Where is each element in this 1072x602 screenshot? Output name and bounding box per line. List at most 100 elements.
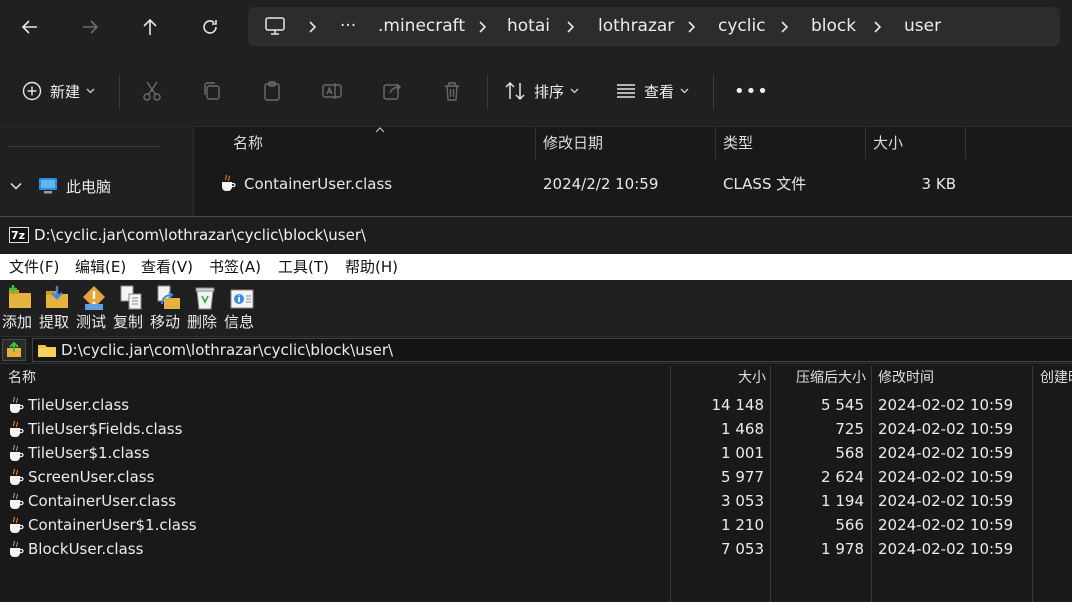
file-row[interactable]: ContainerUser.class 2024/2/2 10:59 CLASS… xyxy=(194,171,1072,197)
forward-button[interactable] xyxy=(70,8,110,46)
rename-icon xyxy=(322,83,342,99)
file-size: 3 053 xyxy=(721,492,764,510)
column-header-size[interactable]: 大小 xyxy=(672,366,766,390)
rename-button[interactable] xyxy=(321,56,343,126)
menu-edit[interactable]: 编辑(E) xyxy=(75,254,126,280)
toolbar-divider xyxy=(713,74,714,110)
column-header-name[interactable]: 名称 xyxy=(8,366,36,390)
move-label: 移动 xyxy=(150,313,181,331)
nav-item-this-pc[interactable]: 此电脑 xyxy=(10,173,111,199)
breadcrumb-item-minecraft[interactable]: .minecraft xyxy=(378,7,465,46)
path-input[interactable]: D:\cyclic.jar\com\lothrazar\cyclic\block… xyxy=(32,338,1072,362)
more-options-button[interactable]: ••• xyxy=(734,56,769,126)
arrow-left-icon xyxy=(21,20,37,34)
this-pc-label: 此电脑 xyxy=(66,177,112,196)
chevron-down-icon xyxy=(680,88,689,94)
file-size: 7 053 xyxy=(721,540,764,558)
file-packed-size: 5 545 xyxy=(821,396,864,414)
back-button[interactable] xyxy=(10,8,50,46)
column-header-packed-size[interactable]: 压缩后大小 xyxy=(772,366,866,390)
chevron-down-icon[interactable] xyxy=(10,182,22,190)
column-divider[interactable] xyxy=(965,127,966,159)
menu-view[interactable]: 查看(V) xyxy=(141,254,193,280)
java-class-file-icon xyxy=(222,174,236,191)
file-packed-size: 1 978 xyxy=(821,540,864,558)
copy-button[interactable] xyxy=(201,56,223,126)
address-bar[interactable]: ··· .minecraft hotai lothrazar cyclic bl… xyxy=(248,7,1060,46)
menu-bookmarks[interactable]: 书签(A) xyxy=(209,254,261,280)
info-button[interactable]: 信息 xyxy=(224,282,262,334)
list-view-icon xyxy=(617,84,635,98)
sevenzip-file-table: 名称 大小 压缩后大小 修改时间 创建时 TileUser.class 14 1… xyxy=(0,364,1072,602)
new-button[interactable]: 新建 xyxy=(22,56,95,126)
refresh-button[interactable] xyxy=(190,8,230,46)
up-folder-button[interactable] xyxy=(2,339,26,361)
sort-up-caret-icon xyxy=(375,127,385,133)
file-modified: 2024-02-02 10:59 xyxy=(878,444,1014,462)
share-button[interactable] xyxy=(381,56,403,126)
column-header-created[interactable]: 创建时 xyxy=(1040,366,1072,390)
chevron-right-icon xyxy=(688,21,696,33)
table-row[interactable]: TileUser.class 14 148 5 545 2024-02-02 1… xyxy=(0,393,1072,417)
breadcrumb-item-cyclic[interactable]: cyclic xyxy=(718,7,766,46)
folder-icon xyxy=(38,345,56,357)
column-header-modified[interactable]: 修改时间 xyxy=(878,366,934,390)
toolbar-divider xyxy=(487,74,488,110)
cut-button[interactable] xyxy=(141,56,163,126)
view-button[interactable]: 查看 xyxy=(616,56,689,126)
column-header-size[interactable]: 大小 xyxy=(873,127,903,159)
sevenzip-window-title: D:\cyclic.jar\com\lothrazar\cyclic\block… xyxy=(34,226,367,244)
breadcrumb-item-lothrazar[interactable]: lothrazar xyxy=(598,7,674,46)
svg-text:7z: 7z xyxy=(11,229,25,242)
test-button[interactable]: 测试 xyxy=(76,282,114,334)
breadcrumb-item-user[interactable]: user xyxy=(904,7,941,46)
table-row[interactable]: ContainerUser$1.class 1 210 566 2024-02-… xyxy=(0,513,1072,537)
add-label: 添加 xyxy=(2,313,33,331)
file-size: 1 468 xyxy=(721,420,764,438)
arrow-right-icon xyxy=(83,20,99,34)
chevron-right-icon xyxy=(567,21,575,33)
column-divider[interactable] xyxy=(715,127,716,159)
menu-file[interactable]: 文件(F) xyxy=(9,254,59,280)
chevron-down-icon xyxy=(570,88,579,94)
table-row[interactable]: ScreenUser.class 5 977 2 624 2024-02-02 … xyxy=(0,465,1072,489)
up-button[interactable] xyxy=(130,8,170,46)
paste-button[interactable] xyxy=(261,56,283,126)
copy-label: 复制 xyxy=(113,313,144,331)
column-divider[interactable] xyxy=(865,127,866,159)
breadcrumb-overflow[interactable]: ··· xyxy=(340,7,356,46)
file-name: BlockUser.class xyxy=(28,540,144,558)
java-class-file-icon xyxy=(10,468,24,485)
file-modified: 2024-02-02 10:59 xyxy=(878,420,1014,438)
column-header-type[interactable]: 类型 xyxy=(723,127,753,159)
java-class-file-icon xyxy=(10,540,24,557)
move-button[interactable]: 移动 xyxy=(150,282,188,334)
copy-button[interactable]: 复制 xyxy=(113,282,151,334)
toolbar-divider xyxy=(119,74,120,110)
table-row[interactable]: BlockUser.class 7 053 1 978 2024-02-02 1… xyxy=(0,537,1072,561)
delete-button[interactable]: 删除 xyxy=(187,282,225,334)
table-row[interactable]: ContainerUser.class 3 053 1 194 2024-02-… xyxy=(0,489,1072,513)
sort-button[interactable]: 排序 xyxy=(504,56,579,126)
menu-tools[interactable]: 工具(T) xyxy=(278,254,329,280)
column-divider[interactable] xyxy=(535,127,536,159)
monitor-icon xyxy=(264,16,286,36)
command-bar: 新建 排序 查看 ••• xyxy=(0,56,1072,127)
add-button[interactable]: 添加 xyxy=(2,282,40,334)
column-header-modified[interactable]: 修改日期 xyxy=(543,127,603,159)
table-row[interactable]: TileUser$1.class 1 001 568 2024-02-02 10… xyxy=(0,441,1072,465)
file-name: TileUser$1.class xyxy=(28,444,150,462)
file-modified: 2024-02-02 10:59 xyxy=(878,540,1014,558)
chevron-right-icon xyxy=(309,21,317,33)
copy-icon xyxy=(204,82,220,100)
table-row[interactable]: TileUser$Fields.class 1 468 725 2024-02-… xyxy=(0,417,1072,441)
extract-button[interactable]: 提取 xyxy=(39,282,77,334)
column-header-name[interactable]: 名称 xyxy=(233,127,263,159)
breadcrumb-item-block[interactable]: block xyxy=(811,7,856,46)
menu-help[interactable]: 帮助(H) xyxy=(345,254,398,280)
file-name: ScreenUser.class xyxy=(28,468,155,486)
sevenzip-title-bar[interactable]: 7z D:\cyclic.jar\com\lothrazar\cyclic\bl… xyxy=(0,217,1072,254)
delete-button[interactable] xyxy=(441,56,463,126)
breadcrumb-item-hotai[interactable]: hotai xyxy=(507,7,550,46)
delete-label: 删除 xyxy=(187,313,218,331)
